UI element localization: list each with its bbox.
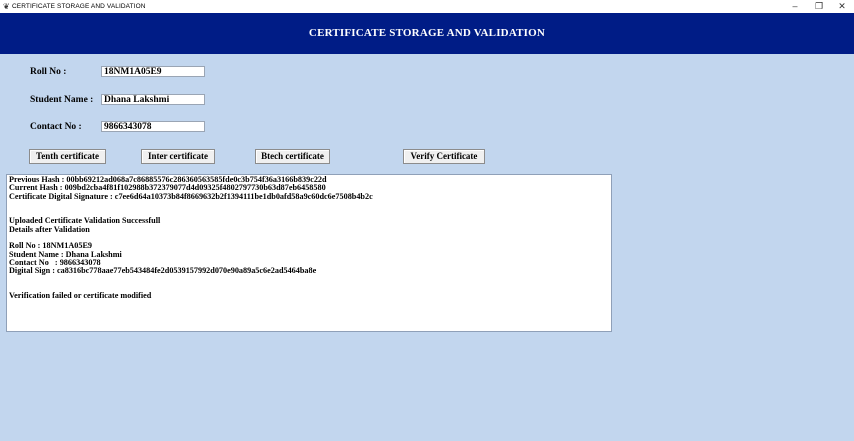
output-line: Uploaded Certificate Validation Successf… [9,216,161,226]
close-button[interactable]: ✕ [830,0,854,13]
student-name-input[interactable] [101,94,205,105]
minimize-button[interactable]: – [783,0,807,13]
verify-certificate-button[interactable]: Verify Certificate [403,149,485,164]
inter-certificate-button[interactable]: Inter certificate [141,149,215,164]
roll-no-label: Roll No : [30,67,67,77]
roll-no-input[interactable] [101,66,205,77]
contact-no-input[interactable] [101,121,205,132]
contact-no-label: Contact No : [30,122,82,132]
output-line: Digital Sign : ca8316bc778aae77eb543484f… [9,266,317,276]
output-text-area[interactable]: Previous Hash : 00bb69212ad068a7c8688557… [6,174,612,332]
output-line: Verification failed or certificate modif… [9,291,152,301]
app-header: CERTIFICATE STORAGE AND VALIDATION [0,13,854,54]
page-title: CERTIFICATE STORAGE AND VALIDATION [308,27,546,39]
window-title-bar: ❦ CERTIFICATE STORAGE AND VALIDATION – ❐… [0,0,854,13]
tenth-certificate-button[interactable]: Tenth certificate [29,149,106,164]
output-line: Certificate Digital Signature : c7ee6d64… [9,191,373,201]
output-line: Details after Validation [9,224,90,234]
student-name-label: Student Name : [30,95,94,105]
maximize-button[interactable]: ❐ [807,0,831,13]
app-feather-icon: ❦ [3,2,10,11]
btech-certificate-button[interactable]: Btech certificate [255,149,330,164]
window-title: CERTIFICATE STORAGE AND VALIDATION [12,3,146,10]
